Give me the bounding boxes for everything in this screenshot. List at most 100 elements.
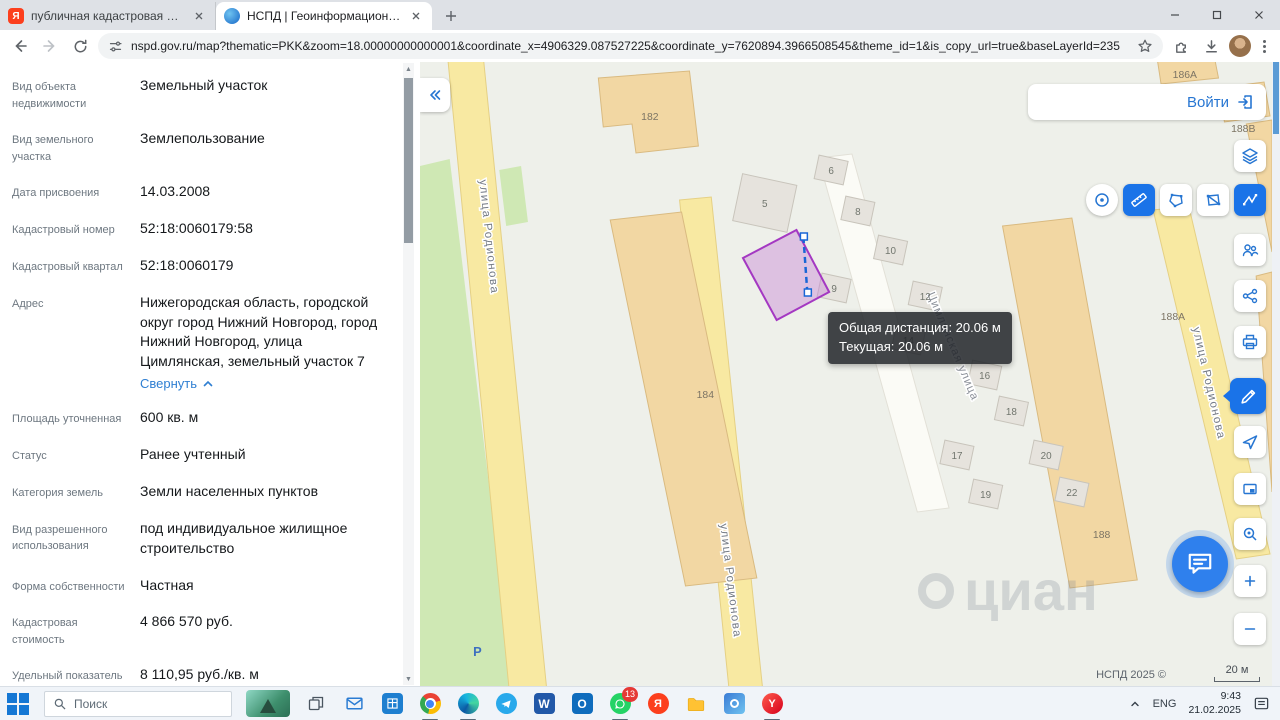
minimize-button[interactable]: [1154, 0, 1196, 30]
tooltip-current-distance: Текущая: 20.06 м: [839, 338, 1001, 357]
building-number: 184: [697, 390, 715, 401]
print-button[interactable]: [1234, 326, 1266, 358]
building-number: 186А: [1173, 70, 1197, 81]
extensions-puzzle-icon[interactable]: [1169, 34, 1193, 58]
row-label: Дата присвоения: [12, 182, 140, 202]
mail-app-icon[interactable]: [342, 692, 366, 716]
panel-collapse-button[interactable]: [420, 78, 450, 112]
measure-perimeter-button[interactable]: [1197, 184, 1229, 216]
tab-nspd[interactable]: НСПД | Геоинформационный: [216, 2, 432, 30]
address-bar[interactable]: nspd.gov.ru/map?thematic=PKK&zoom=18.000…: [98, 33, 1163, 59]
profile-avatar[interactable]: [1229, 35, 1251, 57]
scroll-down-icon[interactable]: ▼: [403, 673, 414, 685]
measure-area-button[interactable]: [1160, 184, 1192, 216]
info-row: Удельный показатель кадастровой стоимост…: [12, 665, 390, 686]
tab-close-icon[interactable]: [408, 8, 424, 24]
telegram-app-icon[interactable]: [494, 692, 518, 716]
info-row: Кадастровый номер52:18:0060179:58: [12, 219, 390, 239]
windows-taskbar: Поиск W O 13 Я Y ENG 9:43 21.02.2025: [0, 686, 1280, 720]
measure-tooltip: Общая дистанция: 20.06 м Текущая: 20.06 …: [828, 312, 1012, 364]
draw-tool-button[interactable]: [1230, 378, 1266, 414]
row-value: 4 866 570 руб.: [140, 612, 233, 648]
parcel-number: 20: [1041, 451, 1052, 462]
panel-scrollbar[interactable]: ▲ ▼: [403, 63, 414, 685]
zoom-out-button[interactable]: [1234, 613, 1266, 645]
measure-distance-button[interactable]: [1123, 184, 1155, 216]
back-icon[interactable]: [8, 34, 32, 58]
parcel-number: 19: [980, 490, 991, 501]
panel-scrollbar-thumb[interactable]: [404, 78, 413, 243]
yandex-browser-app-icon[interactable]: Y: [760, 692, 784, 716]
photos-app-icon[interactable]: [722, 692, 746, 716]
tooltip-total-distance: Общая дистанция: 20.06 м: [839, 319, 1001, 338]
start-button[interactable]: [6, 692, 30, 716]
layers-button[interactable]: [1234, 140, 1266, 172]
share-button[interactable]: [1234, 280, 1266, 312]
new-tab-button[interactable]: [438, 3, 464, 29]
point-coordinates-button[interactable]: [1086, 184, 1118, 216]
selected-parcel[interactable]: [743, 230, 829, 320]
measure-handle[interactable]: [804, 289, 811, 296]
yandex-app-icon[interactable]: Я: [646, 692, 670, 716]
word-app-icon[interactable]: W: [532, 692, 556, 716]
store-app-icon[interactable]: [380, 692, 404, 716]
row-label: Вид объекта недвижимости: [12, 76, 140, 112]
bookmark-star-icon[interactable]: [1137, 38, 1153, 54]
participation-button[interactable]: [1234, 234, 1266, 266]
scale-bar: [1214, 677, 1260, 682]
page-scrollbar-thumb[interactable]: [1273, 62, 1279, 134]
language-indicator[interactable]: ENG: [1153, 698, 1177, 710]
measure-handle[interactable]: [800, 233, 807, 240]
building-number: 182: [641, 112, 659, 123]
chrome-app-icon[interactable]: [418, 692, 442, 716]
zoom-in-button[interactable]: [1234, 565, 1266, 597]
locate-button[interactable]: [1234, 426, 1266, 458]
tray-expand-icon[interactable]: [1129, 698, 1141, 710]
explorer-folder-icon[interactable]: [684, 692, 708, 716]
edge-app-icon[interactable]: [456, 692, 480, 716]
tab-title: публичная кадастровая карта: [31, 9, 184, 23]
pencil-icon: [1239, 387, 1258, 406]
outlook-app-icon[interactable]: O: [570, 692, 594, 716]
polyline-icon: [1241, 191, 1259, 209]
building-184-strip[interactable]: [610, 212, 757, 586]
site-info-icon[interactable]: [108, 39, 123, 54]
info-row: Дата присвоения14.03.2008: [12, 182, 390, 202]
widgets-thumbnail[interactable]: [246, 690, 290, 717]
row-value: Нижегородская область, городской округ г…: [140, 293, 390, 373]
tab-cadastral-map[interactable]: Я публичная кадастровая карта: [0, 2, 216, 30]
tab-close-icon[interactable]: [191, 8, 207, 24]
downloads-icon[interactable]: [1199, 34, 1223, 58]
login-bar[interactable]: Войти: [1028, 84, 1266, 120]
map-canvas[interactable]: улица Родионова улица Родионова Цимлянск…: [420, 62, 1272, 686]
parcel-info-panel: Вид объекта недвижимостиЗемельный участо…: [0, 62, 420, 686]
notification-center-icon[interactable]: [1253, 695, 1270, 712]
people-icon: [1241, 241, 1259, 259]
measure-polyline-button[interactable]: [1234, 184, 1266, 216]
map-graphics: улица Родионова улица Родионова Цимлянск…: [420, 62, 1272, 686]
printer-icon: [1241, 333, 1259, 351]
nspd-favicon-icon: [224, 8, 240, 24]
row-label: Вид разрешенного использования: [12, 519, 140, 559]
screen: Я публичная кадастровая карта НСПД | Гео…: [0, 0, 1280, 720]
collapse-address-link[interactable]: Свернуть: [140, 376, 390, 391]
taskbar-search-box[interactable]: Поиск: [44, 691, 232, 717]
building-number: 188А: [1161, 312, 1185, 323]
parcel-number: 6: [828, 166, 834, 177]
reload-icon[interactable]: [68, 34, 92, 58]
page-scrollbar[interactable]: [1272, 62, 1280, 686]
close-button[interactable]: [1238, 0, 1280, 30]
row-value: Земельный участок: [140, 76, 267, 112]
task-view-button[interactable]: [304, 692, 328, 716]
screenshot-frame-button[interactable]: [1234, 473, 1266, 505]
search-on-map-button[interactable]: [1234, 518, 1266, 550]
chat-button[interactable]: [1172, 536, 1228, 592]
browser-menu-icon[interactable]: [1257, 40, 1272, 53]
row-label: Адрес: [12, 293, 140, 392]
maximize-button[interactable]: [1196, 0, 1238, 30]
whatsapp-app-icon[interactable]: 13: [608, 692, 632, 716]
scroll-up-icon[interactable]: ▲: [403, 63, 414, 75]
forward-icon[interactable]: [38, 34, 62, 58]
square-area-icon: [1204, 191, 1222, 209]
taskbar-clock[interactable]: 9:43 21.02.2025: [1188, 690, 1241, 716]
